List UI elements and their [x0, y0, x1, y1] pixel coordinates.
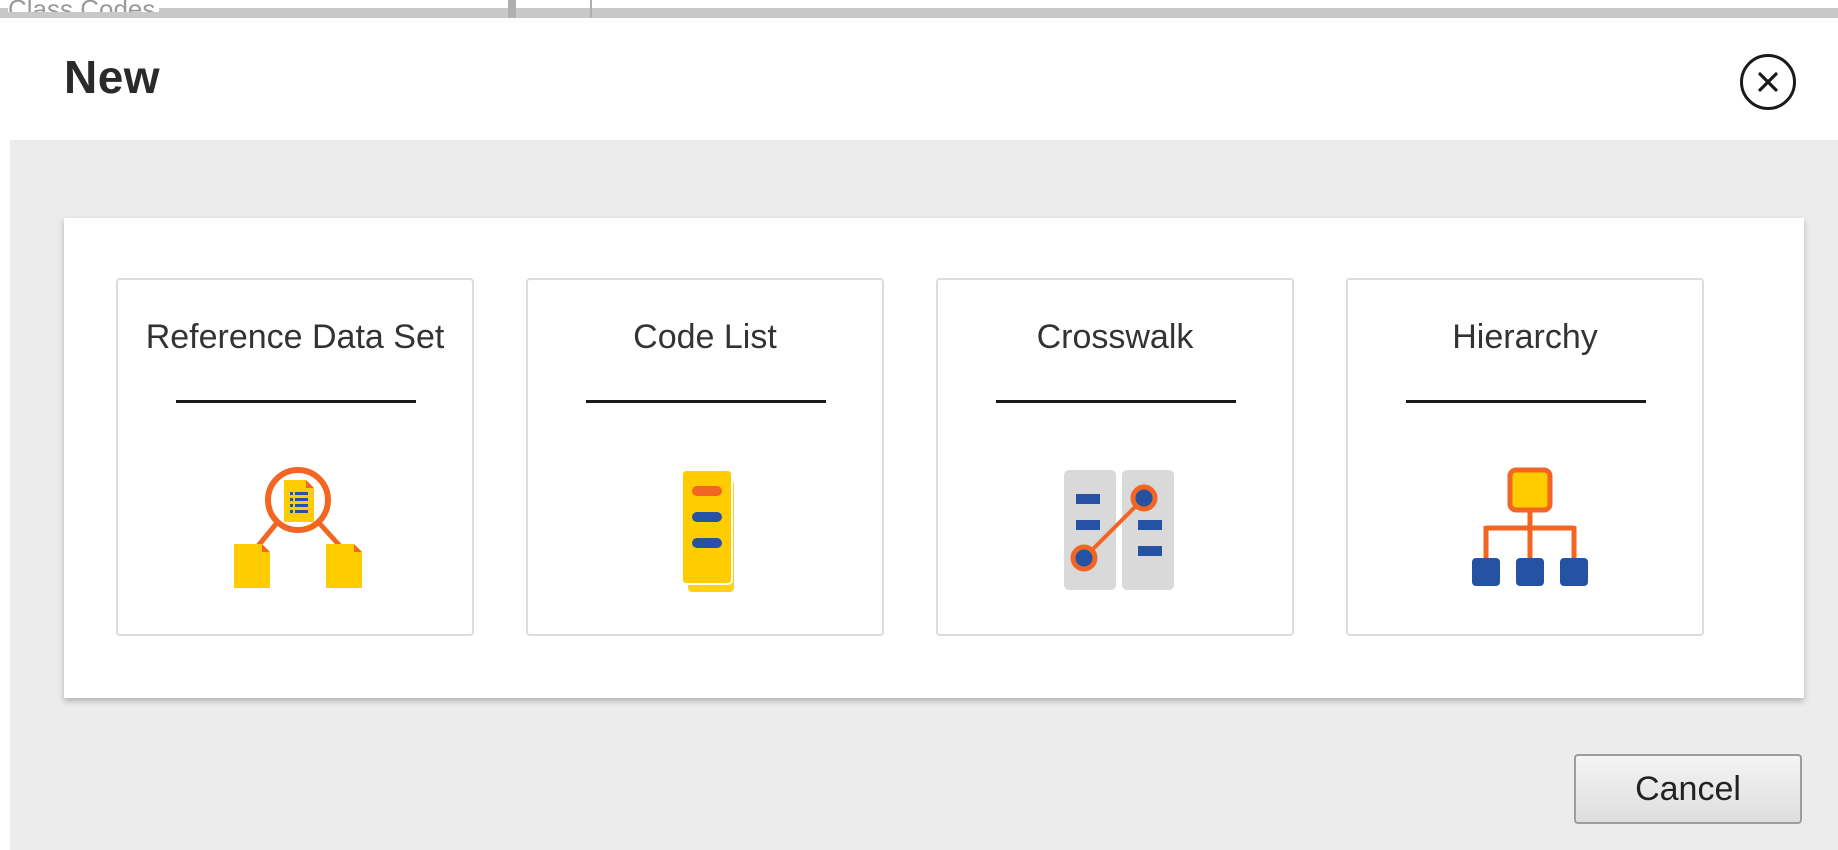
- tile-label: Hierarchy: [1452, 318, 1598, 356]
- tile-crosswalk[interactable]: Crosswalk: [936, 278, 1294, 636]
- dialog-title: New: [64, 51, 161, 103]
- new-dialog: New Reference Data Set Code List Crosswa…: [10, 18, 1838, 850]
- tile-divider: [176, 400, 416, 403]
- asset-type-panel: Reference Data Set Code List Crosswalk H…: [64, 218, 1804, 698]
- close-icon: [1758, 72, 1778, 92]
- tile-code-list[interactable]: Code List: [526, 278, 884, 636]
- code-list-icon: [681, 469, 734, 592]
- background-divider: [508, 0, 516, 18]
- tile-divider: [586, 400, 826, 403]
- background-toolbar: [0, 8, 1838, 18]
- tile-divider: [1406, 400, 1646, 403]
- background-page-text: Class Codes: [8, 0, 160, 12]
- background-divider: [590, 0, 592, 18]
- dialog-header: New: [10, 18, 1838, 140]
- background-page-strip: Class Codes: [0, 0, 1838, 18]
- hierarchy-icon: [1472, 467, 1588, 586]
- dialog-body: Reference Data Set Code List Crosswalk H…: [10, 140, 1838, 850]
- tile-label: Reference Data Set: [145, 318, 445, 356]
- tile-label: Crosswalk: [1036, 318, 1194, 356]
- cancel-button[interactable]: Cancel: [1574, 754, 1802, 824]
- tile-reference-data-set[interactable]: Reference Data Set: [116, 278, 474, 636]
- tile-hierarchy[interactable]: Hierarchy: [1346, 278, 1704, 636]
- tile-label: Code List: [633, 318, 777, 356]
- reference-data-set-icon: [234, 467, 362, 588]
- close-button[interactable]: [1740, 54, 1796, 110]
- tile-divider: [996, 400, 1236, 403]
- crosswalk-icon: [1064, 470, 1174, 590]
